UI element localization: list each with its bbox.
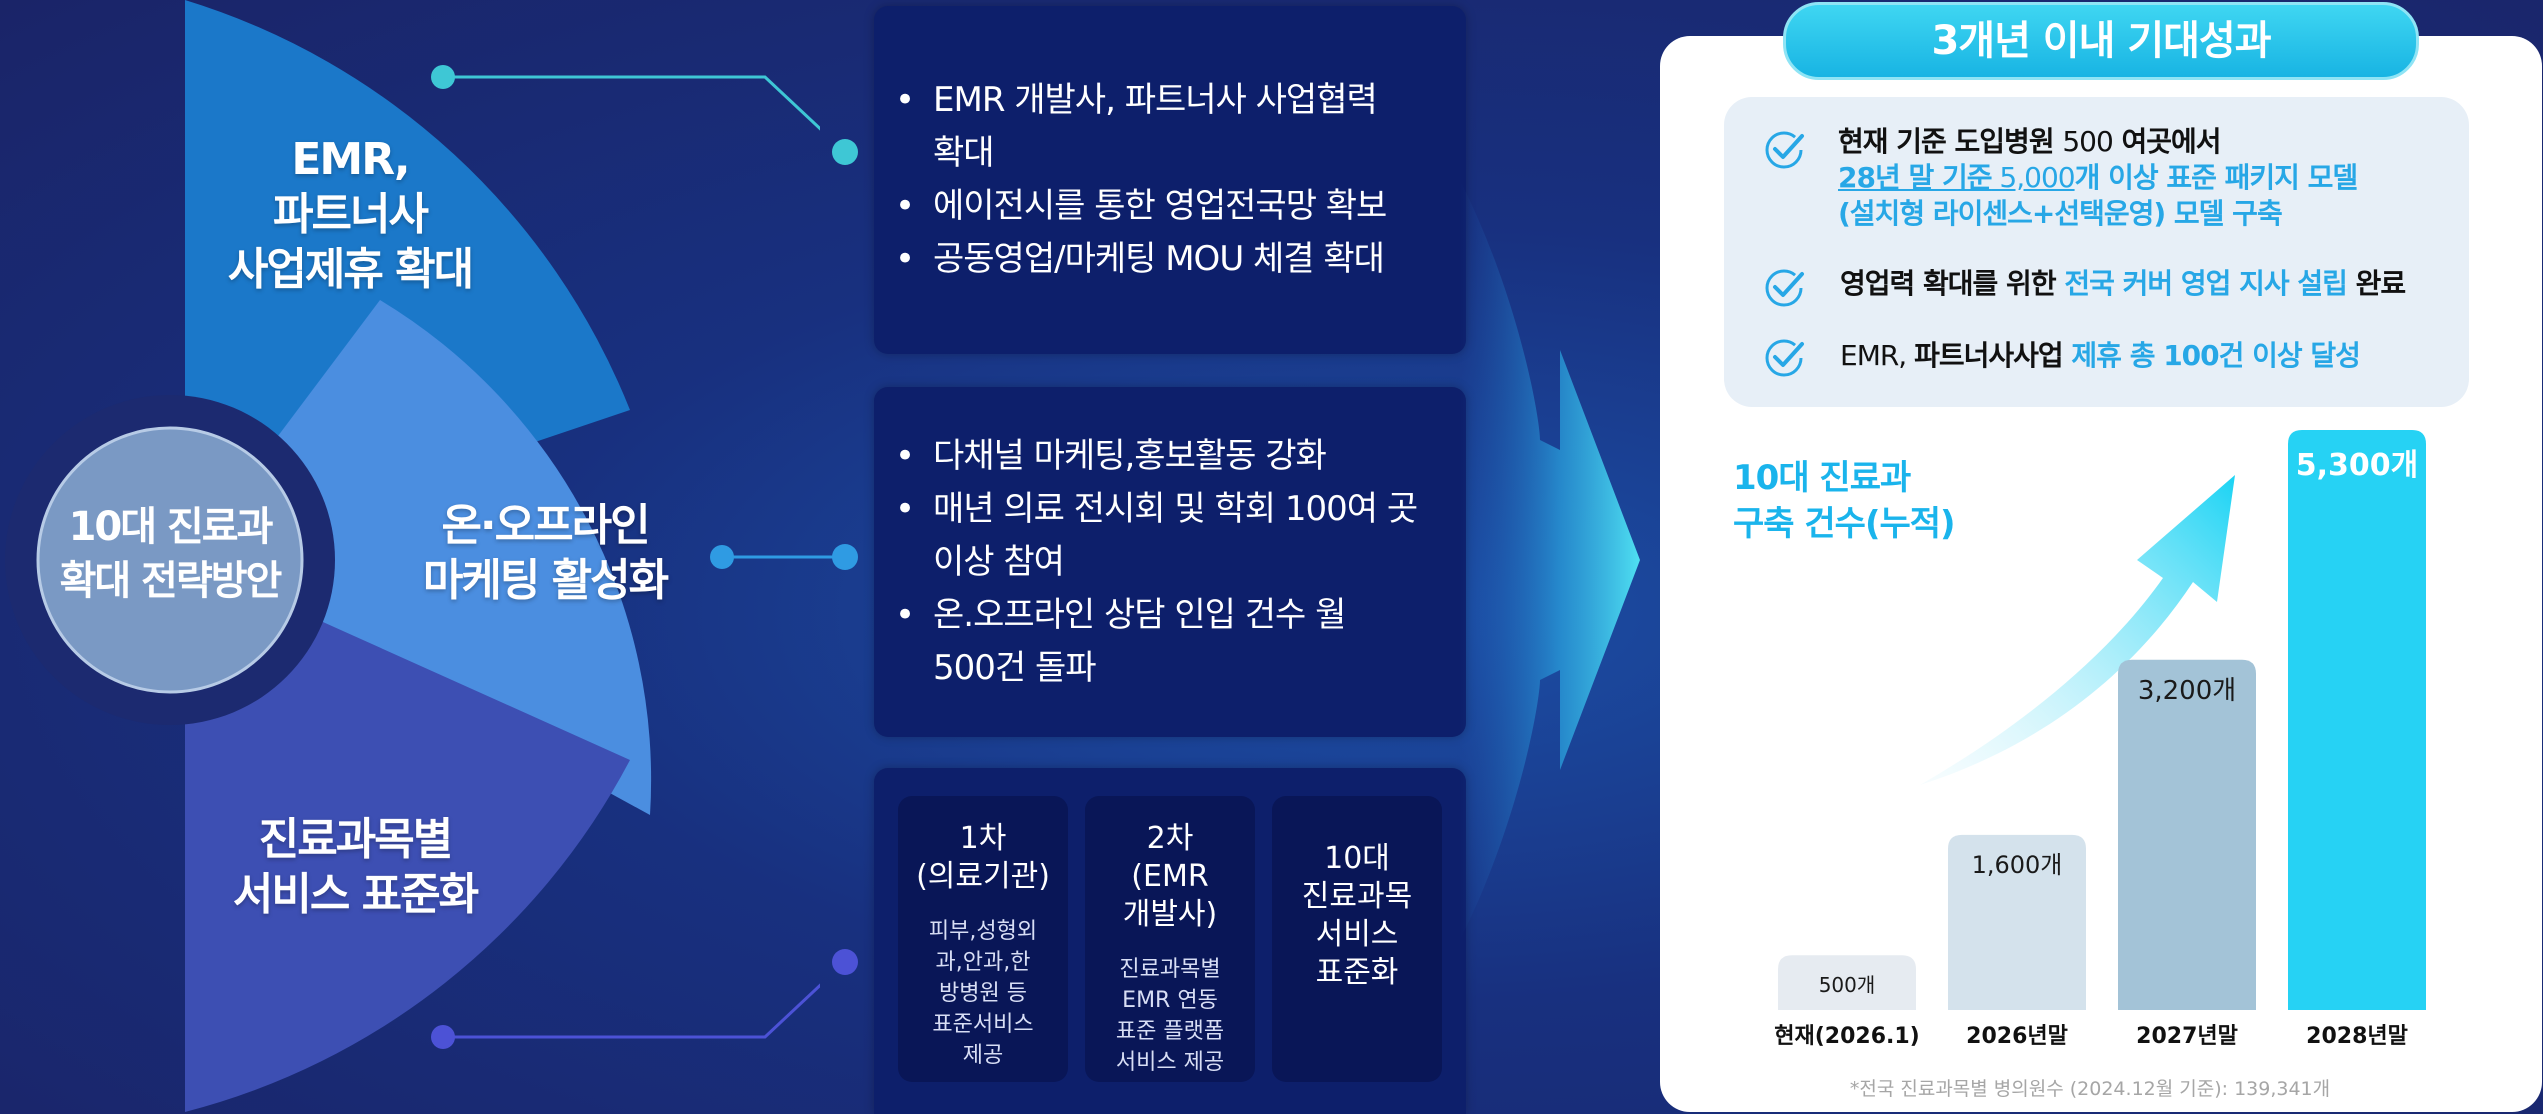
connector-top: [443, 75, 820, 131]
list-item: • 매년 의료 전시회 및 학회 100여 곳 이상 참여: [895, 489, 1418, 582]
connector-end-dots: [820, 139, 858, 975]
list-item: • 다채널 마케팅,홍보활동 강화: [895, 436, 1327, 476]
center-label: 10대 진료과 확대 전략방안: [59, 504, 283, 604]
list-item: • 에이전시를 통한 영업전국망 확보: [895, 186, 1387, 226]
bar-chart: [1778, 430, 2426, 1010]
goal-item-branches: 영업력 확대를 위한 전국 커버 영업 지사 설립 완료: [1840, 267, 2406, 300]
bar-category-label: 2027년말: [2136, 1024, 2238, 1049]
chart-bar: [2118, 659, 2256, 1010]
bar-value-label: 1,600개: [1971, 850, 2063, 879]
goal-item-hospitals: 현재 기준 도입병원 500 여곳에서 28년 말 기준 5,000개 이상 표…: [1838, 125, 2358, 230]
connector-bottom-dot-start: [431, 1025, 455, 1049]
check-circle-icon: [1765, 269, 1804, 307]
segment-label-standardization: 진료과목별 서비스 표준화: [232, 814, 479, 920]
list-item: • 공동영업/마케팅 MOU 체결 확대: [895, 239, 1385, 279]
connector-top-dot-start: [431, 65, 455, 89]
bar-category-label: 2028년말: [2306, 1024, 2408, 1049]
footnote: *전국 진료과목별 병의원수 (2024.12월 기준): 139,341개: [1849, 1078, 2331, 1100]
segment-label-marketing: 온·오프라인 마케팅 활성화: [422, 500, 669, 606]
partnership-list: • EMR 개발사, 파트너사 사업협력 확대 • 에이전시를 통한 영업전국망 확…: [895, 74, 1455, 286]
list-item: • EMR 개발사, 파트너사 사업협력 확대: [895, 80, 1378, 173]
goal-item-partnerships: EMR, 파트너사사업 제휴 총 100건 이상 달성: [1840, 339, 2361, 372]
check-circle-icon: [1765, 339, 1804, 377]
result-title: 3개년 이내 기대성과: [1783, 2, 2419, 80]
marketing-list: • 다채널 마케팅,홍보활동 강화 • 매년 의료 전시회 및 학회 100여 곳이…: [895, 430, 1455, 695]
connector-bottom: [443, 983, 820, 1039]
list-item: • 온.오프라인 상담 인입 건수 월 500건 돌파: [895, 595, 1346, 688]
bar-value-label: 5,300개: [2295, 448, 2419, 483]
check-circle-icon: [1765, 131, 1804, 169]
connector-middle-dot-end: [832, 544, 858, 570]
segment-label-partnership: EMR, 파트너사 사업제휴 확대: [227, 134, 474, 295]
chart-bar: [2288, 430, 2426, 1010]
connector-bottom-dot-end: [832, 949, 858, 975]
bar-value-label: 3,200개: [2137, 675, 2237, 706]
card-primary-hospital: 1차 (의료기관) 피부,성형외 과,안과,한 방병원 등 표준서비스 제공: [898, 796, 1068, 1082]
connector-middle-dot-start: [710, 545, 734, 569]
connector-top-dot-end: [832, 139, 858, 165]
bar-value-label: 500개: [1818, 973, 1876, 998]
bar-category-label: 현재(2026.1): [1774, 1024, 1920, 1049]
bar-category-label: 2026년말: [1966, 1024, 2068, 1049]
flow-arrow-icon: [1460, 180, 1640, 940]
card-emr-developer: 2차 (EMR 개발사) 진료과목별 EMR 연동 표준 플랫폼 서비스 제공: [1085, 796, 1255, 1082]
card-standardization: 10대 진료과목 서비스 표준화: [1272, 796, 1442, 1082]
